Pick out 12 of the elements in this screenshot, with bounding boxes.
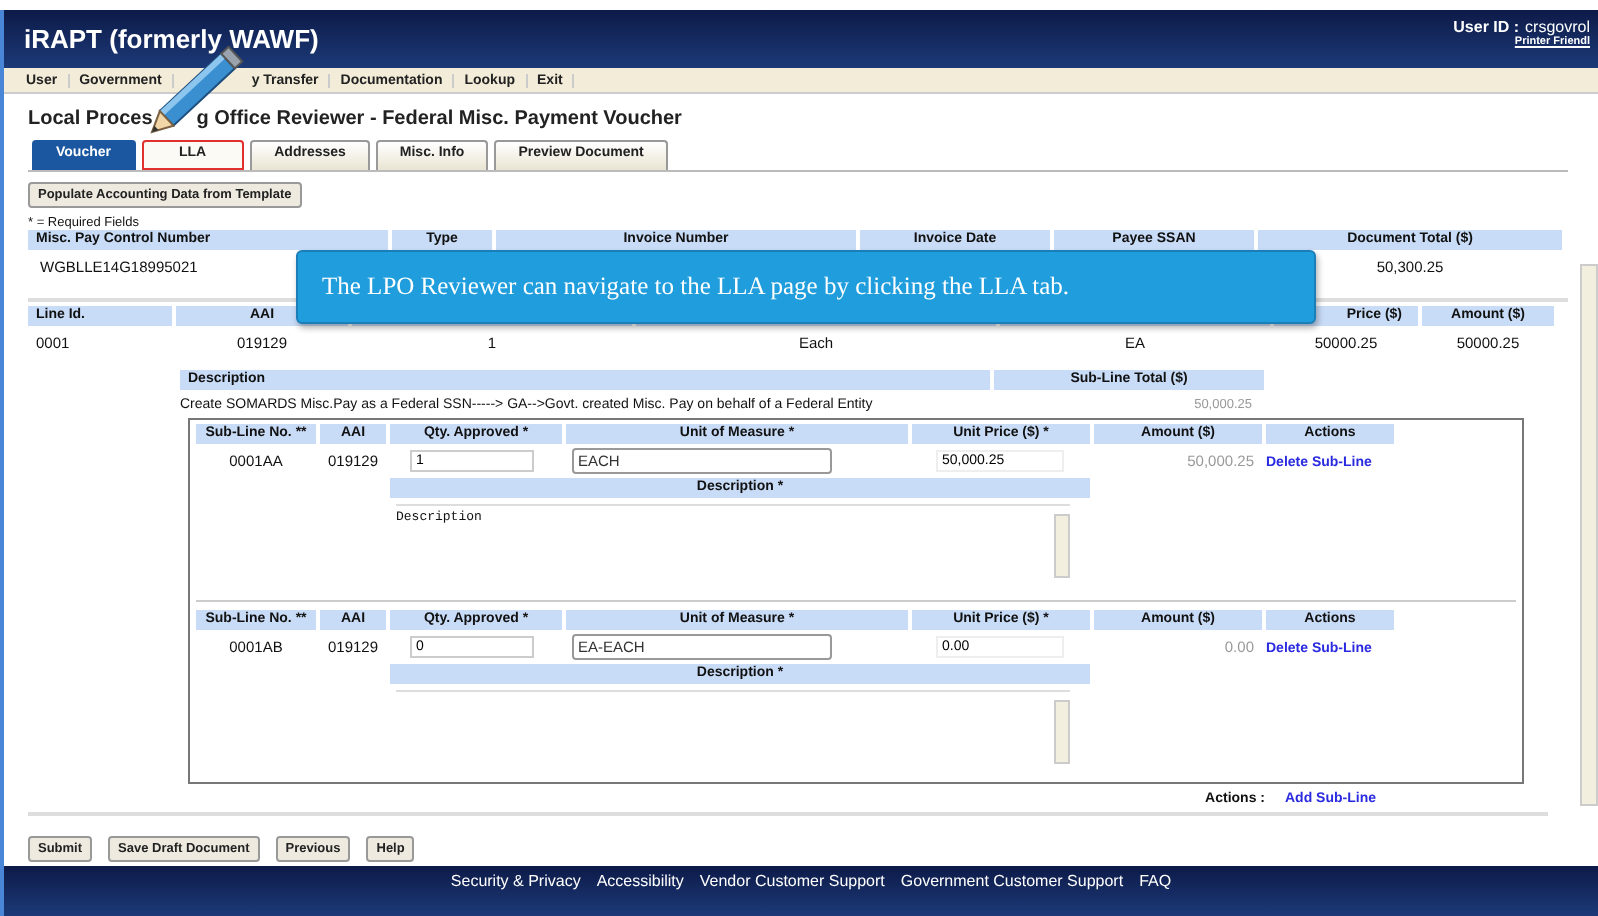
app-title: iRAPT (formerly WAWF) <box>24 24 319 54</box>
page-title: g Office Reviewer - Federal Misc. Payment Voucher <box>196 108 682 130</box>
footer-link[interactable]: Vendor Customer Support <box>699 872 885 890</box>
footer-link[interactable]: Security & Privacy <box>450 872 581 890</box>
user-id-label: User ID : <box>1453 18 1520 36</box>
page-title: Local Proces <box>28 108 153 130</box>
footer-link[interactable]: Government Customer Support <box>900 872 1124 890</box>
scrollbar[interactable] <box>1580 264 1598 806</box>
footer-link[interactable]: FAQ <box>1139 872 1172 890</box>
footer-link[interactable]: Accessibility <box>596 872 684 890</box>
user-id: crsgovrol <box>1525 18 1590 36</box>
callout-text: The LPO Reviewer can navigate to the LLA page by clicking the LLA tab. <box>322 272 1069 302</box>
